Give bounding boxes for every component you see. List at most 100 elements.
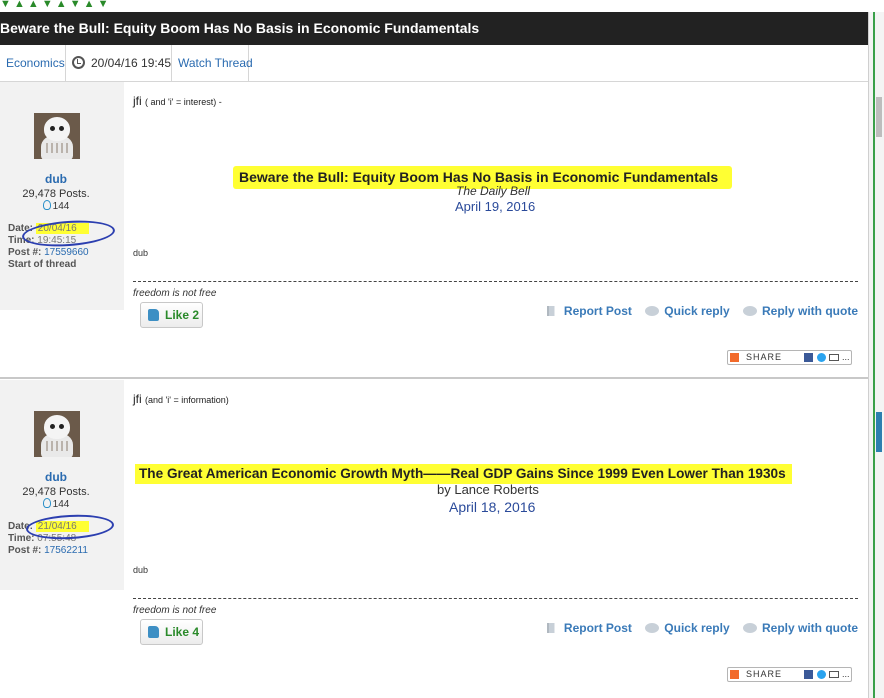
owl-head — [44, 415, 70, 439]
thumbs-up-icon — [148, 626, 159, 638]
report-post-button[interactable]: Report Post — [546, 621, 632, 635]
clock-icon — [72, 56, 85, 69]
post-number: Post #: 17559660 — [8, 247, 89, 258]
post: dub 29,478 Posts. 144 Date: 21/04/16 Tim… — [0, 380, 868, 698]
like-label: Like 2 — [165, 308, 200, 322]
quick-reply-button[interactable]: Quick reply — [645, 621, 730, 635]
username-link[interactable]: dub — [0, 172, 112, 186]
signature-quote: freedom is not free — [133, 288, 217, 299]
facebook-icon[interactable] — [804, 670, 813, 679]
article-date: April 18, 2016 — [449, 499, 536, 515]
signature-quote: freedom is not free — [133, 605, 217, 616]
twitter-icon[interactable] — [817, 670, 826, 679]
reply-with-quote-button[interactable]: Reply with quote — [743, 621, 858, 635]
watch-thread-button[interactable]: Watch Thread — [172, 45, 253, 82]
signature: dub — [133, 248, 149, 258]
report-label: Report Post — [563, 621, 632, 635]
watch-thread-label: Watch Thread — [178, 56, 253, 70]
article-author: by Lance Roberts — [437, 482, 539, 497]
divider — [133, 281, 858, 282]
postnum-link[interactable]: 17559660 — [44, 247, 89, 258]
thread-title: Beware the Bull: Equity Boom Has No Basi… — [0, 12, 868, 45]
postnum-label: Post #: — [8, 247, 42, 258]
postnum-label: Post #: — [8, 545, 42, 556]
flag-icon — [546, 623, 557, 633]
email-icon[interactable] — [829, 671, 839, 678]
lightbulb-icon — [42, 498, 51, 508]
reputation-value: 144 — [52, 201, 70, 212]
post-intro: jfi (and 'i' = information) — [133, 392, 229, 406]
jfi-text: jfi — [133, 392, 142, 406]
facebook-icon[interactable] — [804, 353, 813, 362]
article-source: The Daily Bell — [456, 184, 531, 198]
owl-eye — [50, 424, 55, 429]
signature: dub — [133, 565, 149, 575]
share-widget[interactable]: SHARE ... — [727, 350, 852, 365]
post: dub 29,478 Posts. 144 Date: 20/04/16 Tim… — [0, 82, 868, 379]
stock-ticker: ▼ ▲ ▲ ▼ ▲ ▼ ▲ ▼ — [0, 0, 884, 12]
quick-reply-label: Quick reply — [664, 304, 730, 318]
scrollbar-marker — [876, 412, 882, 452]
owl-eye — [50, 126, 55, 131]
quick-reply-button[interactable]: Quick reply — [645, 304, 730, 318]
post-intro: jfi ( and 'i' = interest) - — [133, 94, 222, 108]
report-post-button[interactable]: Report Post — [546, 304, 632, 318]
thread-date: 20/04/16 19:45 — [66, 45, 172, 82]
like-label: Like 4 — [165, 625, 200, 639]
share-widget[interactable]: SHARE ... — [727, 667, 852, 682]
reputation: 144 — [0, 200, 112, 212]
speech-bubble-icon — [645, 306, 660, 316]
thread-start-label: Start of thread — [8, 259, 77, 270]
forum-link-label: Economics — [6, 56, 65, 70]
article-headline: The Great American Economic Growth Myth—… — [135, 464, 792, 484]
avatar[interactable] — [34, 411, 80, 457]
reply-with-quote-button[interactable]: Reply with quote — [743, 304, 858, 318]
speech-bubble-icon — [743, 306, 757, 316]
post-count: 29,478 Posts. — [22, 188, 90, 200]
scrollbar-track — [873, 12, 875, 698]
post-number: Post #: 17562211 — [8, 545, 88, 556]
speech-bubble-icon — [645, 623, 660, 633]
username-link[interactable]: dub — [0, 470, 112, 484]
like-button[interactable]: Like 4 — [140, 619, 203, 645]
more-share-icon[interactable]: ... — [842, 668, 850, 681]
share-label: SHARE — [746, 669, 783, 679]
user-panel: dub 29,478 Posts. 144 Date: 21/04/16 Tim… — [0, 380, 124, 590]
email-icon[interactable] — [829, 354, 839, 361]
like-button[interactable]: Like 2 — [140, 302, 203, 328]
owl-eye — [59, 126, 64, 131]
share-label: SHARE — [746, 352, 783, 362]
reply-quote-label: Reply with quote — [762, 304, 858, 318]
scrollbar-thumb[interactable] — [876, 97, 882, 137]
post-actions: Report Post Quick reply Reply with quote — [537, 621, 858, 635]
post-actions: Report Post Quick reply Reply with quote — [537, 304, 858, 318]
addthis-icon — [730, 353, 739, 362]
avatar[interactable] — [34, 113, 80, 159]
postnum-link[interactable]: 17562211 — [44, 545, 88, 556]
twitter-icon[interactable] — [817, 353, 826, 362]
jfi-note: (and 'i' = information) — [145, 395, 229, 405]
quick-reply-label: Quick reply — [664, 621, 730, 635]
lightbulb-icon — [42, 200, 51, 210]
thread-start: Start of thread — [8, 259, 76, 270]
post-count: 29,478 Posts. — [22, 486, 90, 498]
forum-page: ▼ ▲ ▲ ▼ ▲ ▼ ▲ ▼ Beware the Bull: Equity … — [0, 0, 884, 698]
speech-bubble-icon — [743, 623, 757, 633]
forum-link[interactable]: Economics — [0, 45, 66, 82]
annotation-circle — [25, 512, 115, 542]
reply-quote-label: Reply with quote — [762, 621, 858, 635]
divider — [133, 598, 858, 599]
jfi-note: ( and 'i' = interest) - — [145, 97, 222, 107]
report-label: Report Post — [563, 304, 632, 318]
flag-icon — [546, 306, 557, 316]
more-share-icon[interactable]: ... — [842, 351, 850, 364]
scrollbar[interactable] — [868, 12, 884, 698]
owl-spots — [46, 143, 68, 153]
addthis-icon — [730, 670, 739, 679]
owl-eye — [59, 424, 64, 429]
thread-date-text: 20/04/16 19:45 — [91, 56, 172, 70]
owl-head — [44, 117, 70, 141]
reputation-value: 144 — [52, 499, 70, 510]
thumbs-up-icon — [148, 309, 159, 321]
jfi-text: jfi — [133, 94, 142, 108]
